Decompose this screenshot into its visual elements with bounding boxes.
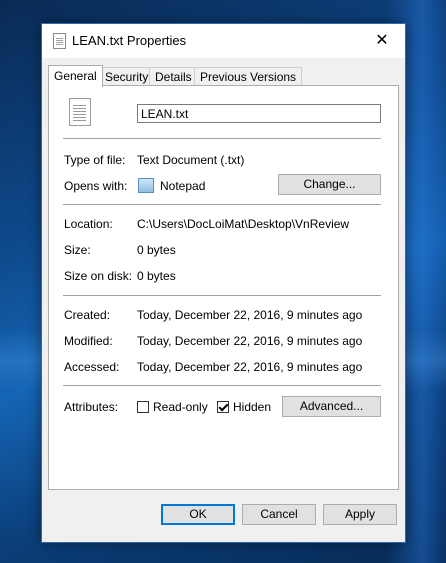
tab-strip: General Security Details Previous Versio… [48,65,398,87]
notepad-icon [138,178,154,193]
type-of-file-label: Type of file: [64,153,126,167]
size-on-disk-value: 0 bytes [137,269,176,283]
text-file-icon [53,33,66,49]
separator [63,385,381,386]
tab-previous-versions[interactable]: Previous Versions [194,67,303,86]
close-button[interactable]: ✕ [359,24,405,58]
accessed-value: Today, December 22, 2016, 9 minutes ago [137,360,363,374]
separator [63,295,381,296]
change-button[interactable]: Change... [278,174,381,195]
general-tab-panel: Type of file: Text Document (.txt) Opens… [48,85,399,490]
attributes-label: Attributes: [64,400,119,414]
location-value: C:\Users\DocLoiMat\Desktop\VnReview [137,217,350,231]
hidden-label[interactable]: Hidden [233,400,271,414]
text-file-icon [69,98,91,126]
modified-value: Today, December 22, 2016, 9 minutes ago [137,334,363,348]
modified-label: Modified: [64,334,113,348]
apply-button[interactable]: Apply [323,504,397,525]
size-label: Size: [64,243,91,257]
size-on-disk-label: Size on disk: [64,269,133,283]
title-bar[interactable]: LEAN.txt Properties ✕ [42,24,405,58]
location-label: Location: [64,217,113,231]
size-value: 0 bytes [137,243,176,257]
opens-with-value: Notepad [160,179,206,193]
tab-details[interactable]: Details [149,67,198,86]
file-name-field[interactable] [137,104,381,123]
type-of-file-value: Text Document (.txt) [137,153,245,167]
cancel-button[interactable]: Cancel [242,504,316,525]
advanced-button[interactable]: Advanced... [282,396,381,417]
tab-security[interactable]: Security [99,67,155,86]
created-value: Today, December 22, 2016, 9 minutes ago [137,308,363,322]
accessed-label: Accessed: [64,360,120,374]
opens-with-label: Opens with: [64,179,128,193]
window-title: LEAN.txt Properties [72,33,187,48]
properties-dialog: LEAN.txt Properties ✕ General Security D… [41,23,406,543]
read-only-label[interactable]: Read-only [153,400,208,414]
separator [63,138,381,139]
tab-general[interactable]: General [48,65,103,87]
created-label: Created: [64,308,111,322]
hidden-checkbox[interactable] [217,401,229,413]
ok-button[interactable]: OK [161,504,235,525]
separator [63,204,381,205]
read-only-checkbox[interactable] [137,401,149,413]
